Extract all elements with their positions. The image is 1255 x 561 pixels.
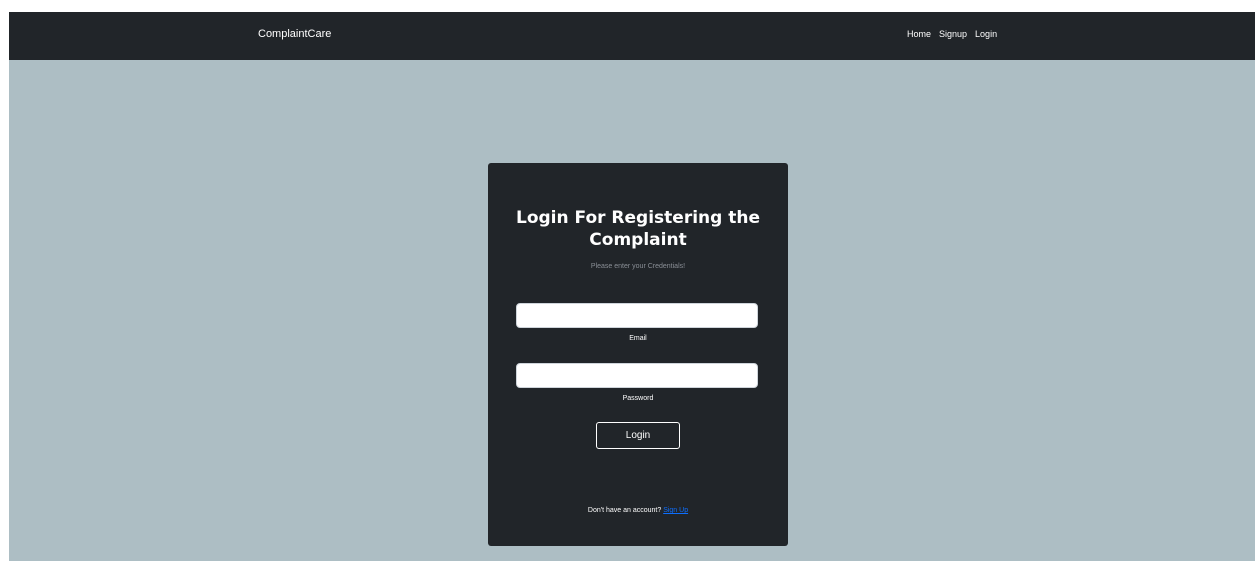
nav-link-login[interactable]: Login <box>975 29 997 39</box>
login-card: Login For Registering the Complaint Plea… <box>488 163 788 546</box>
navbar-brand[interactable]: ComplaintCare <box>258 28 331 40</box>
nav-links: Home Signup Login <box>907 29 997 39</box>
email-input[interactable] <box>516 303 758 328</box>
password-input[interactable] <box>516 363 758 388</box>
signup-link[interactable]: Sign Up <box>663 507 688 514</box>
navbar: ComplaintCare Home Signup Login <box>9 12 1255 60</box>
nav-link-home[interactable]: Home <box>907 29 931 39</box>
nav-link-signup[interactable]: Signup <box>939 29 967 39</box>
login-title: Login For Registering the Complaint <box>516 208 760 250</box>
signup-prompt-text: Don't have an account? <box>587 507 662 514</box>
password-label: Password <box>622 395 654 402</box>
signup-prompt-line: Don't have an account? Sign Up <box>488 507 788 514</box>
login-button[interactable]: Login <box>596 422 680 449</box>
email-label: Email <box>629 335 647 342</box>
login-subtitle: Please enter your Credentials! <box>590 263 686 270</box>
page-frame: ComplaintCare Home Signup Login Login Fo… <box>9 12 1255 561</box>
